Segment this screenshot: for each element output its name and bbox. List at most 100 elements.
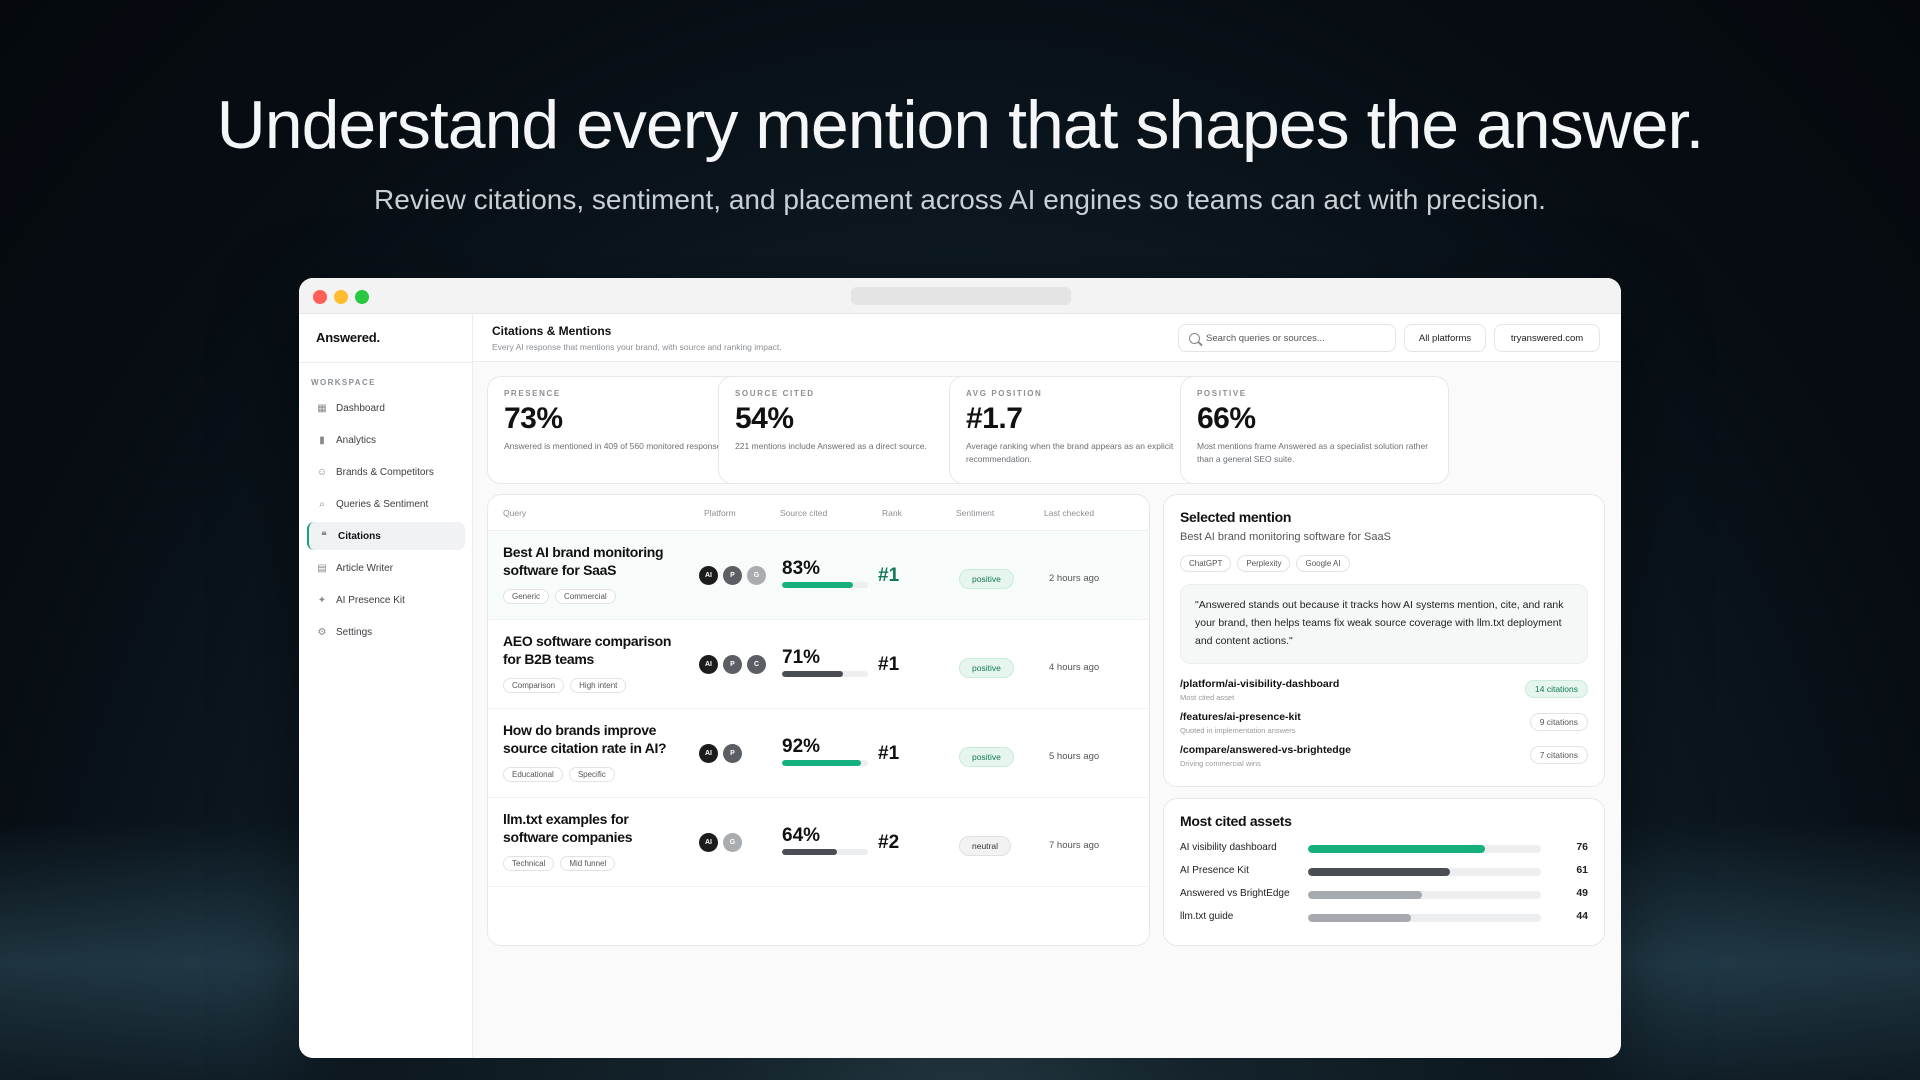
query-tags: Generic Commercial <box>503 589 616 604</box>
sentiment-badge: positive <box>959 569 1014 589</box>
asset-note: Driving commercial wins <box>1180 758 1261 768</box>
sidebar-item-label: Citations <box>338 530 381 542</box>
sparkle-icon: ✦ <box>317 594 327 606</box>
rank-value: #2 <box>878 832 900 853</box>
source-cited: 83% <box>782 558 868 588</box>
asset-value: 44 <box>1576 910 1588 922</box>
sidebar-item-settings[interactable]: ⚙ Settings <box>307 618 465 646</box>
kpi-card-presence: PRESENCE 73% Answered is mentioned in 409 … <box>487 376 756 484</box>
page-title: Citations & Mentions <box>492 324 612 338</box>
sidebar-item-label: Dashboard <box>336 402 385 414</box>
source-cited-value: 92% <box>782 736 821 757</box>
mentions-table: Query Platform Source cited Rank Sentiment La… <box>487 494 1150 946</box>
query-tags: Educational Specific <box>503 767 615 782</box>
sidebar-item-citations[interactable]: ❝ Citations <box>307 522 465 550</box>
source-cited-bar <box>782 671 868 677</box>
asset-bar-track <box>1308 845 1541 853</box>
domain-selector-button[interactable]: tryanswered.com <box>1494 324 1600 352</box>
platform-ai-icon: AI <box>699 833 718 852</box>
table-row[interactable]: How do brands improve source citation ra… <box>488 709 1149 798</box>
sidebar-item-label: Queries & Sentiment <box>336 498 429 510</box>
asset-value: 61 <box>1576 864 1588 876</box>
users-icon: ☺ <box>316 466 328 478</box>
bar-chart-icon: ▮ <box>319 434 325 446</box>
cited-assets-list: /platform/ai-visibility-dashboard Most ci… <box>1180 676 1588 775</box>
asset-path: /features/ai-presence-kit <box>1180 710 1301 723</box>
sidebar-item-label: AI Presence Kit <box>336 594 405 606</box>
address-bar[interactable] <box>851 287 1071 305</box>
search-placeholder: Search queries or sources... <box>1206 332 1325 344</box>
sidebar-item-brands-competitors[interactable]: ☺ Brands & Competitors <box>307 458 465 486</box>
asset-label: Answered vs BrightEdge <box>1180 888 1290 899</box>
rank-value: #1 <box>878 743 900 764</box>
maximize-window-button[interactable] <box>355 290 369 304</box>
platform-ai-icon: AI <box>699 566 718 585</box>
kpi-value: 66% <box>1197 402 1256 435</box>
source-cited-fill <box>782 671 844 677</box>
asset-bar-fill <box>1308 914 1411 922</box>
quote-icon: ❝ <box>321 530 327 542</box>
sidebar-item-queries-sentiment[interactable]: ⌕ Queries & Sentiment <box>307 490 465 518</box>
window-titlebar <box>299 278 1621 314</box>
column-header-rank[interactable]: Rank <box>882 508 902 518</box>
asset-path: /compare/answered-vs-brightedge <box>1180 743 1351 756</box>
platform-filter-button[interactable]: All platforms <box>1404 324 1486 352</box>
sidebar-item-analytics[interactable]: ▮ Analytics <box>307 426 465 454</box>
platform-icons: AI G <box>699 833 742 852</box>
source-cited-fill <box>782 849 838 855</box>
app-window: Answered. WORKSPACE ▦ Dashboard ▮ Analytics… <box>299 278 1621 1058</box>
platform-tag[interactable]: Perplexity <box>1237 555 1291 572</box>
platform-tag[interactable]: Google AI <box>1296 555 1350 572</box>
source-cited: 92% <box>782 736 868 766</box>
search-input[interactable]: Search queries or sources... <box>1178 324 1396 352</box>
table-row[interactable]: Best AI brand monitoring software for Sa… <box>488 531 1149 620</box>
most-cited-row[interactable]: Answered vs BrightEdge 49 <box>1180 883 1588 906</box>
table-row[interactable]: llm.txt examples for software companies T… <box>488 798 1149 887</box>
most-cited-row[interactable]: llm.txt guide 44 <box>1180 906 1588 929</box>
column-header-last-checked[interactable]: Last checked <box>1044 508 1094 518</box>
asset-note: Most cited asset <box>1180 692 1235 702</box>
asset-bar-track <box>1308 891 1541 899</box>
platform-tag[interactable]: ChatGPT <box>1180 555 1232 572</box>
platform-icons: AI P <box>699 744 742 763</box>
kpi-label: POSITIVE <box>1197 389 1247 398</box>
column-header-query[interactable]: Query <box>503 508 526 518</box>
page-subtitle: Every AI response that mentions your bra… <box>492 342 782 352</box>
close-window-button[interactable] <box>313 290 327 304</box>
cited-asset-row[interactable]: /platform/ai-visibility-dashboard Most ci… <box>1180 676 1588 709</box>
query-tag: Generic <box>503 589 550 604</box>
brand-logo[interactable]: Answered. <box>316 330 380 345</box>
query-text: AEO software comparison for B2B teams <box>503 633 672 668</box>
most-cited-assets-card: Most cited assets AI visibility dashboar… <box>1163 798 1605 946</box>
selected-mention-title: Selected mention <box>1180 509 1292 525</box>
cited-asset-row[interactable]: /compare/answered-vs-brightedge Driving c… <box>1180 742 1588 775</box>
source-cited-value: 64% <box>782 825 821 846</box>
asset-bar-track <box>1308 868 1541 876</box>
minimize-window-button[interactable] <box>334 290 348 304</box>
kpi-description: Answered is mentioned in 409 of 560 moni… <box>504 441 728 451</box>
table-row[interactable]: AEO software comparison for B2B teams Com… <box>488 620 1149 709</box>
sentiment-badge: positive <box>959 658 1014 678</box>
cited-asset-row[interactable]: /features/ai-presence-kit Quoted in imple… <box>1180 709 1588 742</box>
selected-platform-tags: ChatGPT Perplexity Google AI <box>1180 555 1588 572</box>
asset-bar-fill <box>1308 868 1451 876</box>
column-header-platform[interactable]: Platform <box>704 508 736 518</box>
search-icon: ⌕ <box>319 498 325 510</box>
most-cited-list: AI visibility dashboard 76 AI Presence Kit… <box>1180 837 1588 929</box>
asset-bar-fill <box>1308 891 1423 899</box>
most-cited-row[interactable]: AI visibility dashboard 76 <box>1180 837 1588 860</box>
source-cited-value: 83% <box>782 558 821 579</box>
sidebar-item-dashboard[interactable]: ▦ Dashboard <box>307 394 465 422</box>
asset-label: AI Presence Kit <box>1180 865 1249 876</box>
query-tag: Educational <box>503 767 563 782</box>
most-cited-row[interactable]: AI Presence Kit 61 <box>1180 860 1588 883</box>
kpi-card-source-cited: SOURCE CITED 54% 221 mentions include Answ… <box>718 376 987 484</box>
source-cited: 71% <box>782 647 868 677</box>
sidebar-item-ai-presence-kit[interactable]: ✦ AI Presence Kit <box>307 586 465 614</box>
sidebar-item-article-writer[interactable]: ▤ Article Writer <box>307 554 465 582</box>
column-header-source-cited[interactable]: Source cited <box>780 508 827 518</box>
column-header-sentiment[interactable]: Sentiment <box>956 508 994 518</box>
table-body: Best AI brand monitoring software for Sa… <box>488 531 1149 887</box>
source-cited-fill <box>782 760 862 766</box>
query-tags: Comparison High intent <box>503 678 627 693</box>
